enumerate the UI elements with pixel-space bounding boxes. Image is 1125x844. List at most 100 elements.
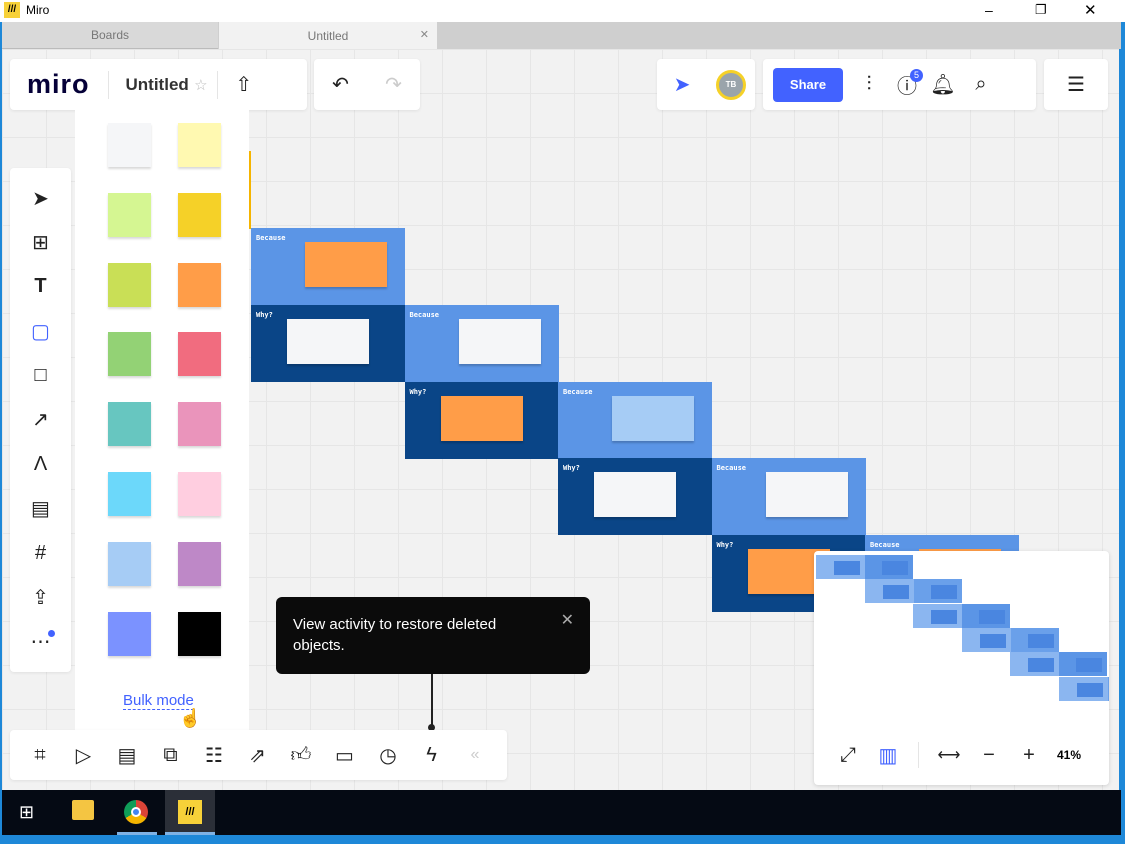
sticky-note-icon[interactable]: ▢: [25, 315, 57, 347]
color-swatch[interactable]: [178, 472, 221, 516]
minimap-frame: [1010, 652, 1107, 677]
close-window-button[interactable]: ✕: [1084, 1, 1097, 19]
color-swatch[interactable]: [178, 192, 221, 237]
timer-icon[interactable]: ◷: [372, 739, 404, 771]
pen-icon[interactable]: Λ: [25, 448, 57, 480]
zoom-out-button[interactable]: −: [973, 739, 1005, 771]
frame[interactable]: Because: [711, 458, 866, 536]
window-title: Miro: [26, 3, 50, 17]
frame-label: Because: [563, 387, 593, 396]
help-icon[interactable]: ⓘ 5: [891, 68, 923, 101]
miro-taskbar-icon[interactable]: ///: [165, 790, 215, 835]
color-swatch[interactable]: [108, 611, 151, 656]
tab-untitled[interactable]: Untitled ✕: [219, 22, 437, 49]
search-icon[interactable]: ⌕: [965, 69, 997, 101]
color-swatch[interactable]: [178, 332, 221, 377]
frame[interactable]: Because: [404, 304, 559, 382]
color-swatch[interactable]: [108, 541, 151, 586]
miro-logo[interactable]: miro: [27, 69, 90, 100]
frames-icon[interactable]: ⌗: [24, 739, 56, 771]
minimap-frame: [1058, 676, 1109, 701]
export-icon[interactable]: ⇧: [228, 69, 260, 101]
color-swatch[interactable]: [178, 611, 221, 656]
sticky-note[interactable]: [287, 318, 369, 364]
chrome-icon[interactable]: [124, 800, 148, 824]
sticky-note[interactable]: [458, 318, 541, 364]
color-swatch[interactable]: [108, 123, 151, 167]
upload-icon[interactable]: ⇪: [25, 581, 57, 613]
minimize-button[interactable]: –: [985, 2, 993, 18]
star-icon[interactable]: ☆: [189, 69, 213, 101]
frame[interactable]: Because: [251, 228, 405, 305]
color-swatch[interactable]: [108, 192, 151, 237]
frame[interactable]: Why?: [251, 304, 405, 382]
new-dot: [47, 629, 55, 637]
collapse-button[interactable]: «: [459, 739, 491, 771]
minimap-controls: ⤢ ▥ ⟷ − + 41%: [814, 731, 1109, 779]
external-link-icon[interactable]: ⇗: [242, 739, 274, 771]
frame-label: Why?: [563, 464, 580, 473]
divider: [918, 742, 919, 768]
tab-label: Untitled: [307, 28, 349, 43]
templates-icon[interactable]: ⊞: [25, 227, 57, 259]
thumbs-up-icon[interactable]: 👍︎: [285, 739, 317, 771]
fullscreen-icon[interactable]: ⤢: [832, 739, 864, 771]
redo-icon[interactable]: ↷: [378, 69, 410, 101]
tab-boards[interactable]: Boards: [2, 22, 218, 49]
frame[interactable]: Because: [558, 381, 712, 459]
more-icon[interactable]: ⋯: [25, 626, 57, 658]
frame-icon[interactable]: #: [25, 537, 57, 569]
notes-icon[interactable]: ☰: [1060, 69, 1092, 101]
sticky-note[interactable]: [305, 242, 387, 287]
color-swatch[interactable]: [178, 123, 221, 167]
share-button[interactable]: Share: [773, 67, 843, 102]
board-name[interactable]: Untitled: [126, 75, 189, 95]
tab-label: Boards: [90, 28, 130, 42]
shape-icon[interactable]: □: [25, 360, 57, 392]
color-swatch[interactable]: [178, 541, 221, 586]
zoom-in-button[interactable]: +: [1013, 739, 1045, 771]
settings-sliders-icon[interactable]: ⫶: [853, 69, 885, 101]
screen-share-icon[interactable]: ⧉: [155, 739, 187, 771]
cursor-filter-icon[interactable]: ➤: [666, 69, 698, 101]
color-swatch[interactable]: [108, 472, 151, 516]
sticky-note[interactable]: [612, 395, 694, 441]
board-canvas[interactable]: Because Why? Because Why? Because Why? Because…: [2, 49, 1119, 790]
windows-start-icon[interactable]: ⊞: [19, 802, 34, 823]
minimap[interactable]: ⤢ ▥ ⟷ − + 41%: [814, 551, 1109, 785]
file-explorer-icon[interactable]: [72, 800, 94, 820]
map-icon[interactable]: ▥: [872, 739, 904, 771]
toast-close-button[interactable]: ✕: [561, 610, 574, 631]
divider: [107, 70, 109, 99]
color-swatch[interactable]: [178, 402, 221, 447]
avatar[interactable]: TB: [716, 69, 746, 100]
sticky-note[interactable]: [765, 472, 848, 518]
close-tab-icon[interactable]: ✕: [420, 28, 429, 41]
color-swatch[interactable]: [108, 332, 151, 377]
sticky-note[interactable]: [594, 472, 676, 518]
presentation-icon[interactable]: ▷: [68, 739, 100, 771]
color-swatch[interactable]: [178, 262, 221, 307]
lightning-icon[interactable]: ϟ: [416, 739, 448, 771]
frame[interactable]: Why?: [404, 381, 559, 459]
restore-button[interactable]: ❐: [1035, 2, 1047, 18]
undo-icon[interactable]: ↶: [325, 69, 357, 101]
text-icon[interactable]: T: [25, 271, 57, 303]
zoom-level[interactable]: 41%: [1057, 748, 1081, 762]
video-icon[interactable]: ▭: [329, 739, 361, 771]
minimap-frame: [961, 627, 1059, 652]
frame[interactable]: Why?: [558, 458, 712, 536]
sticky-note[interactable]: [440, 395, 523, 441]
color-swatch[interactable]: [108, 402, 151, 447]
color-swatch[interactable]: [108, 262, 151, 307]
select-icon[interactable]: ➤: [25, 182, 57, 214]
comments-icon[interactable]: ▤: [111, 739, 143, 771]
card-list-icon[interactable]: ☷: [198, 739, 230, 771]
comment-icon[interactable]: ▤: [25, 493, 57, 525]
bell-icon[interactable]: 🔔︎: [927, 69, 959, 101]
fit-width-icon[interactable]: ⟷: [933, 739, 965, 771]
frame-label: Why?: [409, 387, 427, 396]
actions-panel: Share ⫶ ⓘ 5 🔔︎ ⌕: [763, 59, 1036, 110]
left-toolbar: ➤ ⊞ T ▢ □ ↗ Λ ▤ # ⇪ ⋯: [10, 168, 71, 672]
arrow-icon[interactable]: ↗: [25, 404, 57, 436]
